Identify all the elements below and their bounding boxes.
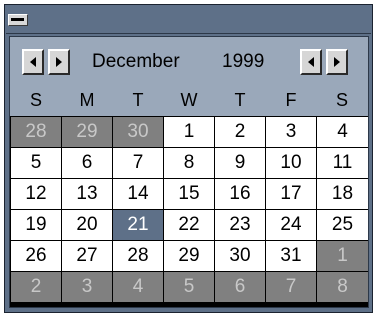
day-grid: 28 29 30 1 2 3 4 5 6 7 8 9 10 11 12 13 14 15 16 17 18 19 20 21 2…	[10, 116, 368, 307]
day-cell[interactable]: 25	[317, 210, 368, 240]
day-cell-other-month[interactable]: 3	[62, 272, 112, 302]
weekday-fri: F	[285, 90, 297, 110]
day-cell[interactable]: 17	[266, 179, 316, 209]
arrow-right-icon	[334, 57, 340, 67]
day-cell[interactable]: 11	[317, 148, 368, 178]
day-cell[interactable]: 13	[62, 179, 112, 209]
day-cell[interactable]: 19	[11, 210, 61, 240]
weekday-mon: M	[79, 90, 95, 110]
day-cell[interactable]: 23	[215, 210, 265, 240]
day-cell[interactable]: 18	[317, 179, 368, 209]
day-cell[interactable]: 6	[62, 148, 112, 178]
day-cell-other-month[interactable]: 2	[11, 272, 61, 302]
day-cell-other-month[interactable]: 29	[62, 117, 112, 147]
arrow-right-icon	[56, 57, 62, 67]
day-cell-other-month[interactable]: 4	[113, 272, 163, 302]
day-cell[interactable]: 16	[215, 179, 265, 209]
day-cell[interactable]: 3	[266, 117, 316, 147]
day-cell[interactable]: 7	[113, 148, 163, 178]
day-cell[interactable]: 28	[113, 241, 163, 271]
prev-month-button[interactable]	[22, 49, 44, 75]
day-cell-other-month[interactable]: 7	[266, 272, 316, 302]
day-cell[interactable]: 24	[266, 210, 316, 240]
calendar-window: December 1999 S M T W T F S 28 29 30 1 2 3 4 5 6…	[4, 4, 373, 313]
calendar-control: December 1999 S M T W T F S 28 29 30 1 2 3 4 5 6…	[9, 36, 369, 308]
system-menu-icon[interactable]	[8, 14, 28, 26]
day-cell-other-month[interactable]: 1	[317, 241, 368, 271]
day-cell-other-month[interactable]: 6	[215, 272, 265, 302]
weekday-tue: T	[132, 90, 144, 110]
day-cell[interactable]: 15	[164, 179, 214, 209]
arrow-left-icon	[30, 57, 36, 67]
system-menu-bar	[11, 18, 24, 21]
day-cell-other-month[interactable]: 28	[11, 117, 61, 147]
day-cell[interactable]: 26	[11, 241, 61, 271]
title-bar	[6, 6, 371, 34]
day-cell[interactable]: 31	[266, 241, 316, 271]
calendar-header: December 1999	[10, 37, 368, 85]
day-cell-other-month[interactable]: 5	[164, 272, 214, 302]
day-cell-other-month[interactable]: 8	[317, 272, 368, 302]
day-cell-selected[interactable]: 21	[113, 210, 163, 240]
day-cell[interactable]: 9	[215, 148, 265, 178]
weekday-wed: W	[180, 90, 198, 110]
next-year-button[interactable]	[326, 49, 348, 75]
day-cell[interactable]: 14	[113, 179, 163, 209]
day-cell[interactable]: 27	[62, 241, 112, 271]
year-label[interactable]: 1999	[222, 51, 264, 73]
prev-year-button[interactable]	[300, 49, 322, 75]
arrow-left-icon	[308, 57, 314, 67]
day-cell[interactable]: 8	[164, 148, 214, 178]
day-cell[interactable]: 5	[11, 148, 61, 178]
month-label[interactable]: December	[92, 51, 180, 73]
day-cell[interactable]: 20	[62, 210, 112, 240]
weekday-sat: S	[335, 90, 348, 110]
day-cell-other-month[interactable]: 30	[113, 117, 163, 147]
day-cell[interactable]: 29	[164, 241, 214, 271]
day-cell[interactable]: 10	[266, 148, 316, 178]
day-cell[interactable]: 22	[164, 210, 214, 240]
weekday-header: S M T W T F S	[10, 85, 368, 115]
weekday-sun: S	[29, 90, 42, 110]
weekday-thu: T	[234, 90, 246, 110]
next-month-button[interactable]	[48, 49, 70, 75]
day-cell[interactable]: 30	[215, 241, 265, 271]
day-cell[interactable]: 12	[11, 179, 61, 209]
day-cell[interactable]: 2	[215, 117, 265, 147]
day-cell[interactable]: 4	[317, 117, 368, 147]
day-cell[interactable]: 1	[164, 117, 214, 147]
